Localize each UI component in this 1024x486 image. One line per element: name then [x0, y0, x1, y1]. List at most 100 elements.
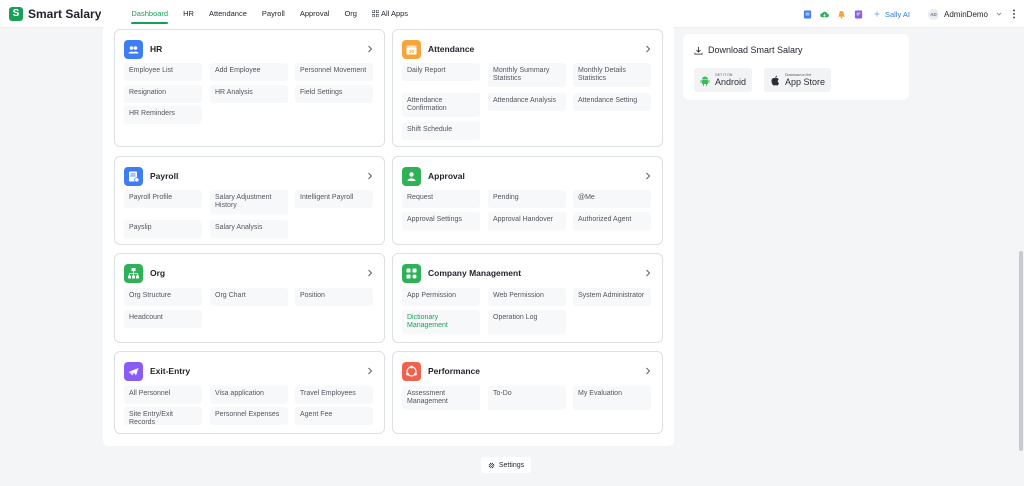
- card-performance-title: Performance: [428, 366, 480, 376]
- chevron-down-icon: [996, 12, 1002, 16]
- chevron-right-icon: [646, 367, 651, 375]
- payroll-profile[interactable]: Payroll Profile: [124, 190, 202, 208]
- apps-icon: [402, 263, 421, 283]
- hr-analysis[interactable]: HR Analysis: [210, 85, 288, 103]
- attendance-monthly-details[interactable]: Monthly Details Statistics: [573, 63, 651, 87]
- company-dictionary-management[interactable]: Dictionary Management: [402, 310, 480, 334]
- org-structure[interactable]: Org Structure: [124, 288, 202, 306]
- org-position[interactable]: Position: [295, 288, 373, 306]
- brand[interactable]: S Smart Salary: [9, 6, 102, 21]
- note-icon[interactable]: [854, 9, 863, 19]
- card-approval-title: Approval: [428, 171, 465, 181]
- android-text: GET IT ON Android: [715, 73, 746, 87]
- nav-all-apps-label: All Apps: [380, 9, 409, 18]
- hr-resignation[interactable]: Resignation: [124, 85, 202, 103]
- appstore-big-text: App Store: [785, 77, 826, 87]
- attendance-shift-schedule[interactable]: Shift Schedule: [402, 122, 480, 140]
- scrollbar-thumb[interactable]: [1019, 251, 1023, 451]
- settings-label: Settings: [498, 461, 525, 469]
- card-exit-entry-header[interactable]: Exit-Entry: [124, 361, 375, 381]
- chevron-right-icon: [368, 269, 373, 277]
- approval-authorized-agent[interactable]: Authorized Agent: [573, 212, 651, 230]
- card-org-title: Org: [150, 268, 166, 278]
- android-download-button[interactable]: GET IT ON Android: [694, 68, 753, 92]
- appstore-download-button[interactable]: Download on the App Store: [764, 68, 832, 92]
- card-approval: Approval Request Pending @Me Approval Se…: [392, 156, 663, 245]
- exit-entry-visa-application[interactable]: Visa application: [210, 386, 288, 404]
- document-icon[interactable]: [803, 9, 812, 19]
- card-hr-header[interactable]: HR: [124, 39, 375, 59]
- hr-field-settings[interactable]: Field Settings: [295, 85, 373, 103]
- chevron-right-icon: [368, 45, 373, 53]
- dashboard-panel: HR Employee List Add Employee Personnel …: [103, 24, 674, 446]
- chevron-right-icon: [646, 45, 651, 53]
- brand-name: Smart Salary: [28, 6, 102, 21]
- approval-settings[interactable]: Approval Settings: [402, 212, 480, 230]
- org-headcount[interactable]: Headcount: [124, 310, 202, 328]
- chevron-right-icon: [646, 269, 651, 277]
- chevron-right-icon: [368, 367, 373, 375]
- card-org: Org Org Structure Org Chart Position Hea…: [114, 253, 385, 343]
- card-attendance-header[interactable]: 30 Attendance: [402, 39, 653, 59]
- download-header: Download Smart Salary: [694, 45, 803, 55]
- company-web-permission[interactable]: Web Permission: [488, 288, 566, 306]
- org-chart[interactable]: Org Chart: [210, 288, 288, 306]
- right-tools: Sally AI AD AdminDemo: [795, 0, 1016, 28]
- person-check-icon: [402, 166, 421, 186]
- hr-personnel-movement[interactable]: Personnel Movement: [295, 63, 373, 81]
- performance-icon: [402, 361, 421, 381]
- card-performance-header[interactable]: Performance: [402, 361, 653, 381]
- card-hr-title: HR: [150, 44, 163, 54]
- card-payroll: Payroll Payroll Profile Salary Adjustmen…: [114, 156, 385, 245]
- approval-handover[interactable]: Approval Handover: [488, 212, 566, 230]
- payroll-salary-analysis[interactable]: Salary Analysis: [210, 220, 288, 238]
- hr-add-employee[interactable]: Add Employee: [210, 63, 288, 81]
- sparkle-icon: [873, 10, 881, 18]
- card-approval-header[interactable]: Approval: [402, 166, 653, 186]
- approval-request[interactable]: Request: [402, 190, 480, 208]
- plane-icon: [124, 361, 143, 381]
- performance-my-evaluation[interactable]: My Evaluation: [573, 386, 651, 410]
- card-performance: Performance Assessment Management To-Do …: [392, 351, 663, 434]
- user-menu[interactable]: AD AdminDemo: [927, 8, 1002, 20]
- card-org-header[interactable]: Org: [124, 263, 375, 283]
- attendance-confirmation[interactable]: Attendance Confirmation: [402, 93, 480, 117]
- attendance-analysis[interactable]: Attendance Analysis: [488, 93, 566, 111]
- settings-button[interactable]: Settings: [481, 457, 531, 473]
- hr-reminders[interactable]: HR Reminders: [124, 106, 202, 124]
- company-system-administrator[interactable]: System Administrator: [573, 288, 651, 306]
- android-big-text: Android: [715, 77, 747, 87]
- brand-logo: S: [9, 6, 23, 21]
- approval-at-me[interactable]: @Me: [573, 190, 651, 208]
- people-icon: [124, 39, 143, 59]
- exit-entry-agent-fee[interactable]: Agent Fee: [295, 407, 373, 425]
- cloud-download-icon[interactable]: [820, 10, 829, 19]
- attendance-daily-report[interactable]: Daily Report: [402, 63, 480, 81]
- performance-assessment-management[interactable]: Assessment Management: [402, 386, 480, 410]
- payroll-icon: [124, 166, 143, 186]
- card-payroll-header[interactable]: Payroll: [124, 166, 375, 186]
- exit-entry-personnel-expenses[interactable]: Personnel Expenses: [210, 407, 288, 425]
- calendar-icon-number: 30: [409, 49, 415, 54]
- company-app-permission[interactable]: App Permission: [402, 288, 480, 306]
- sally-ai-button[interactable]: Sally AI: [873, 10, 910, 19]
- payroll-salary-adjustment-history[interactable]: Salary Adjustment History: [210, 190, 288, 214]
- performance-to-do[interactable]: To-Do: [488, 386, 566, 410]
- exit-entry-site-records[interactable]: Site Entry/Exit Records: [124, 407, 202, 426]
- calendar-icon: 30: [402, 39, 421, 59]
- approval-pending[interactable]: Pending: [488, 190, 566, 208]
- bell-icon[interactable]: [837, 10, 846, 19]
- company-operation-log[interactable]: Operation Log: [488, 310, 566, 334]
- user-name: AdminDemo: [943, 9, 988, 19]
- attendance-monthly-summary[interactable]: Monthly Summary Statistics: [488, 63, 566, 87]
- payroll-payslip[interactable]: Payslip: [124, 220, 202, 238]
- exit-entry-travel-employees[interactable]: Travel Employees: [295, 386, 373, 404]
- more-vertical-icon[interactable]: [1012, 9, 1016, 19]
- hr-employee-list[interactable]: Employee List: [124, 63, 202, 81]
- card-attendance: 30 Attendance Daily Report Monthly Summa…: [392, 29, 663, 147]
- card-hr: HR Employee List Add Employee Personnel …: [114, 29, 385, 147]
- payroll-intelligent-payroll[interactable]: Intelligent Payroll: [295, 190, 373, 208]
- exit-entry-all-personnel[interactable]: All Personnel: [124, 386, 202, 404]
- card-company-management-header[interactable]: Company Management: [402, 263, 653, 283]
- attendance-setting[interactable]: Attendance Setting: [573, 93, 651, 111]
